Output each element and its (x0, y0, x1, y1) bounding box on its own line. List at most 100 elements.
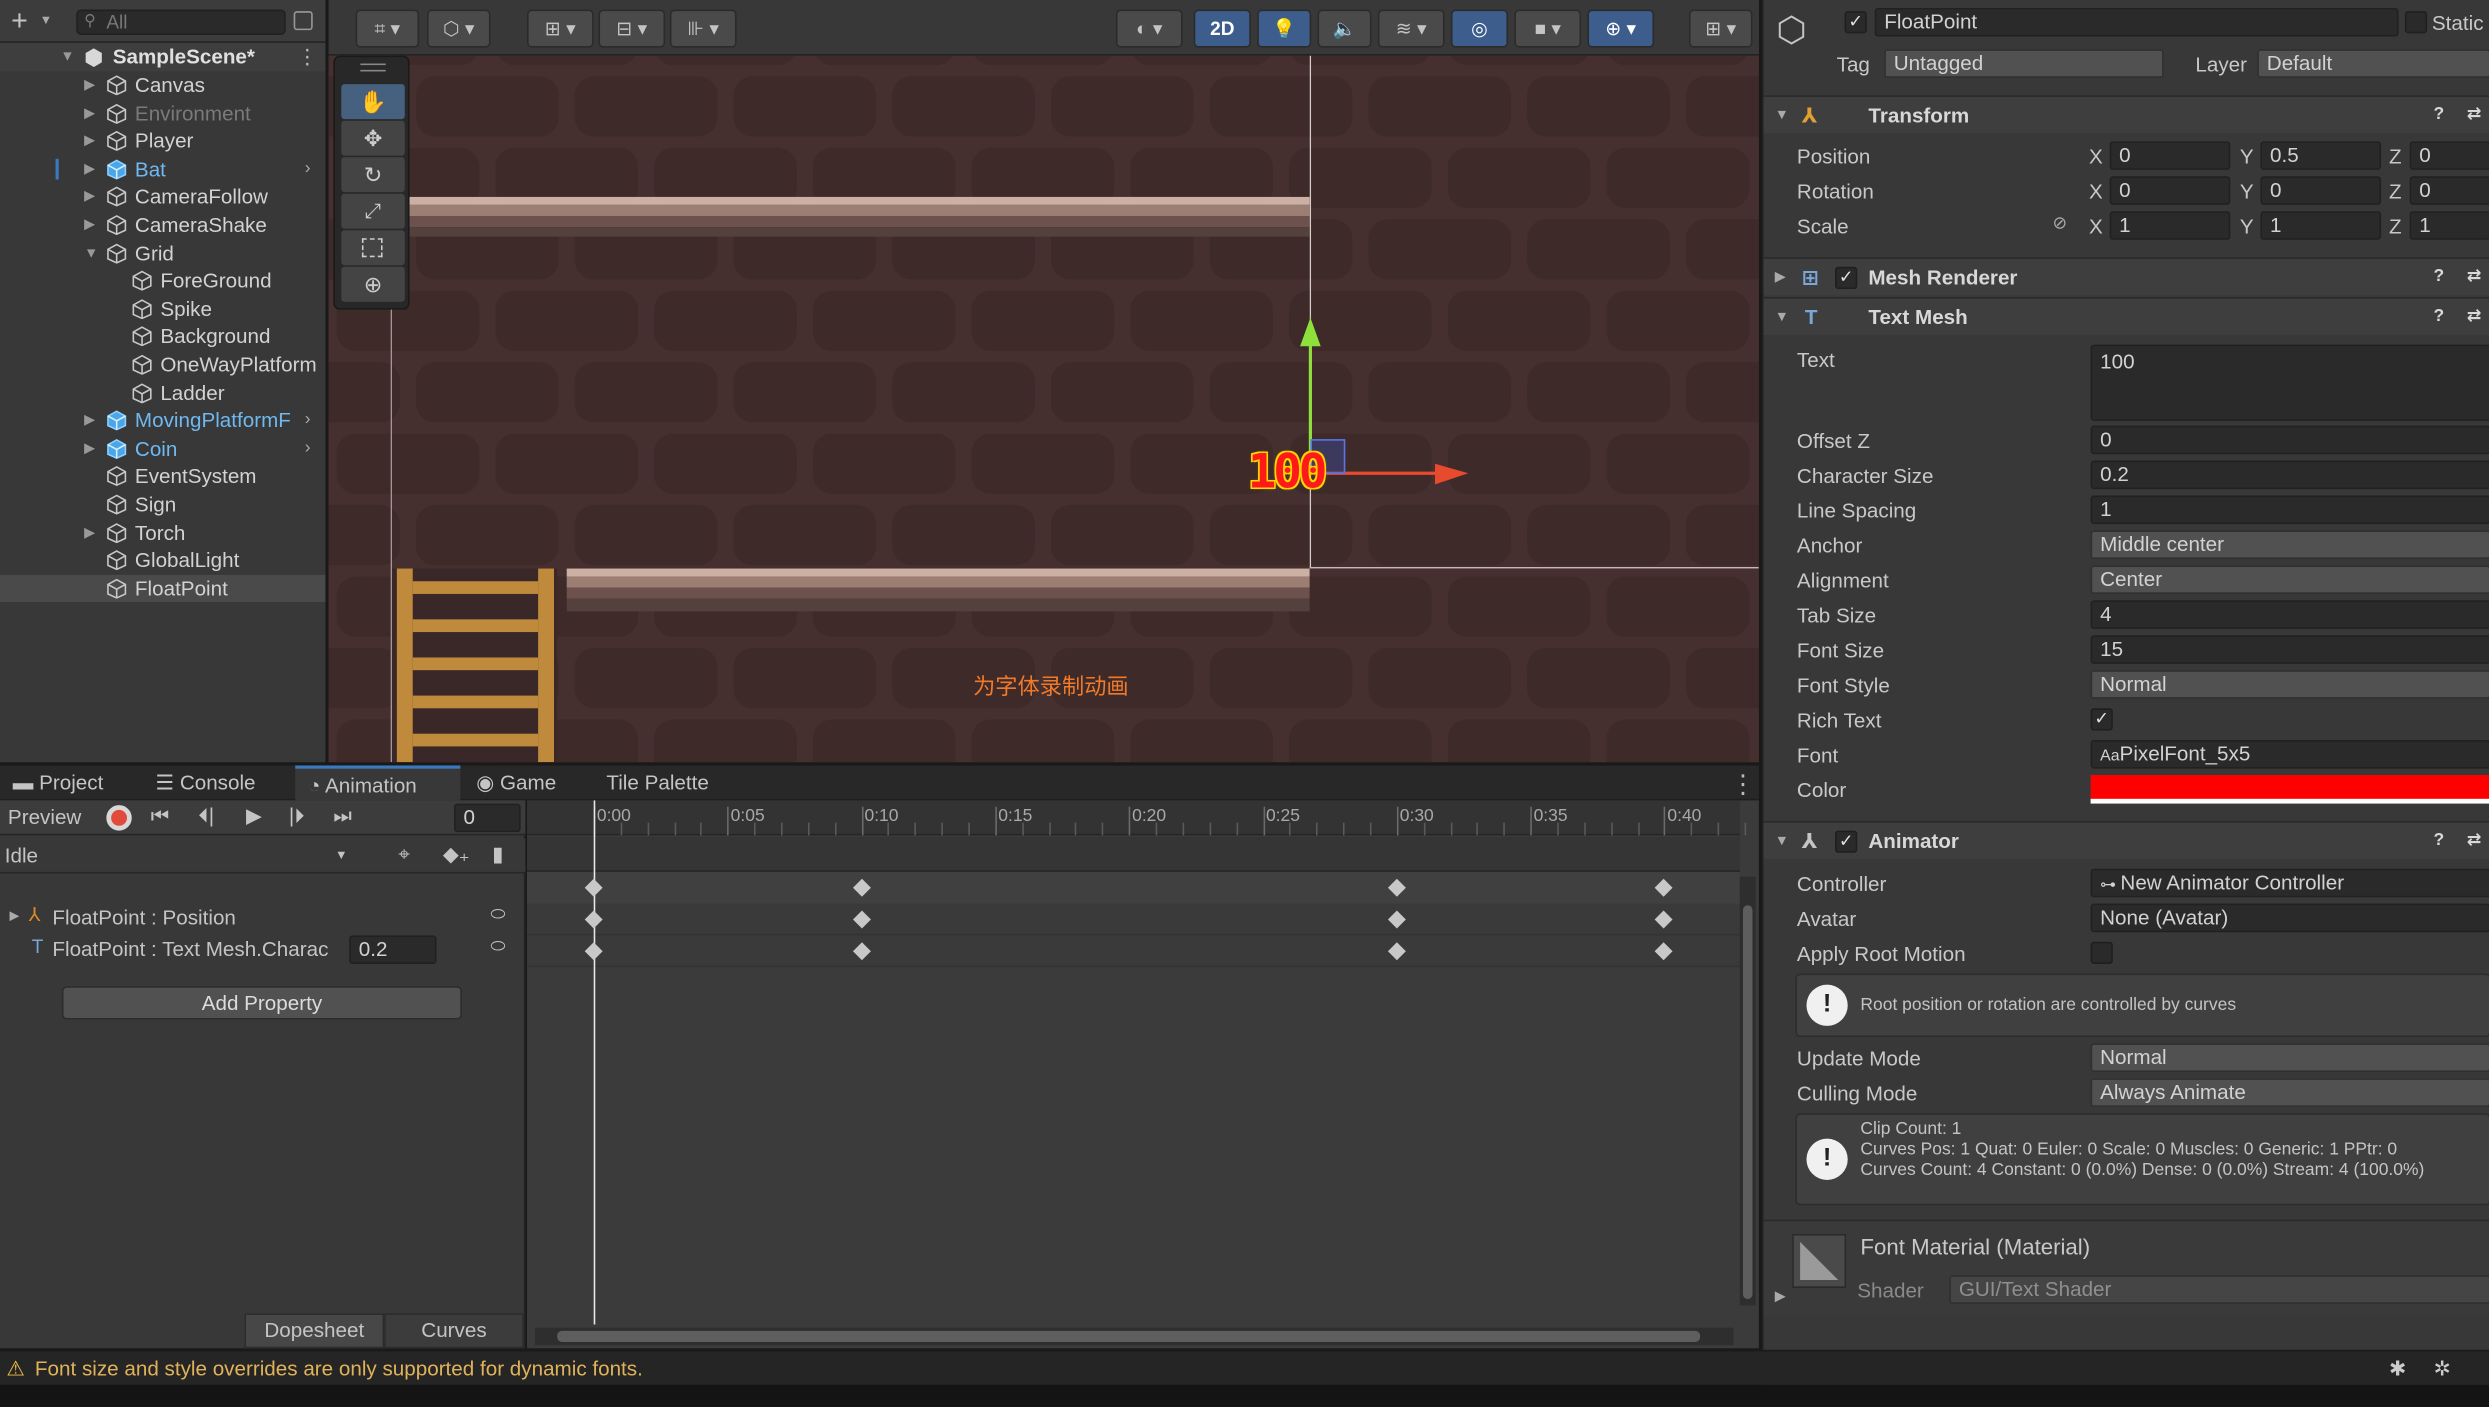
static-checkbox[interactable] (2404, 11, 2428, 34)
chevron-down-icon[interactable]: ▼ (84, 239, 98, 266)
sample-icon[interactable]: ⌖ (398, 842, 410, 867)
hierarchy-item[interactable]: ▶ Coin › (0, 435, 325, 463)
prev-key-icon[interactable]: ⏴| (198, 804, 214, 829)
clip-select[interactable]: Idle (5, 843, 38, 867)
mesh-renderer-enabled-checkbox[interactable]: ✓ (1835, 266, 1858, 290)
chevron-right-icon[interactable]: › (305, 407, 311, 434)
vertical-scrollbar[interactable] (1739, 876, 1756, 1306)
tab-game[interactable]: ◉ Game (464, 765, 588, 800)
animator-enabled-checkbox[interactable]: ✓ (1835, 830, 1858, 853)
grid-snap-button[interactable]: ⊞ ▾ (527, 9, 594, 48)
hierarchy-item[interactable]: Ladder (0, 379, 325, 407)
text-mesh-field[interactable]: 4 (2090, 600, 2489, 629)
lighting-toggle[interactable]: 💡 (1257, 9, 1312, 48)
tool-handle-button[interactable]: ⌗ ▾ (355, 9, 420, 48)
settings-icon[interactable]: ⇄ (2467, 299, 2482, 336)
first-key-icon[interactable]: ⏮ (151, 804, 170, 829)
add-event-icon[interactable]: ▮ (492, 842, 503, 867)
chevron-right-icon[interactable]: ▶ (84, 99, 95, 126)
mesh-renderer-header[interactable]: ▶ ⊞ ✓ Mesh Renderer ? ⇄ (1763, 257, 2489, 296)
chevron-right-icon[interactable]: ▶ (84, 211, 95, 238)
chevron-right-icon[interactable]: ▶ (84, 435, 95, 462)
culling-mode-dropdown[interactable]: Always Animate (2090, 1078, 2489, 1107)
record-button[interactable] (106, 805, 132, 831)
scene-root[interactable]: ▼ ⬢ SampleScene* ⋮ (0, 42, 326, 71)
text-mesh-field[interactable]: Center (2090, 565, 2489, 594)
text-mesh-field[interactable]: 0 (2090, 425, 2489, 455)
x-field[interactable]: 1 (2109, 211, 2231, 240)
audio-toggle[interactable]: 🔈 (1317, 9, 1372, 48)
transform-header[interactable]: ▼ ⅄ Transform ? ⇄ (1763, 95, 2489, 134)
chevron-right-icon[interactable]: ▶ (84, 155, 95, 182)
rich-text-checkbox[interactable]: ✓ (2090, 708, 2113, 731)
add-icon[interactable]: + (11, 5, 28, 38)
move-tool-icon[interactable]: ✥ (341, 120, 405, 156)
hierarchy-item[interactable]: ▶ Player (0, 127, 325, 155)
dopesheet-button[interactable]: Dopesheet (244, 1313, 385, 1349)
text-area[interactable]: 100 (2090, 344, 2489, 421)
increment-snap-button[interactable]: ⊟ ▾ (598, 9, 666, 48)
play-icon[interactable]: ▶ (246, 804, 262, 829)
z-field[interactable]: 0 (2409, 141, 2489, 170)
rect-tool-icon[interactable] (341, 230, 405, 266)
2d-toggle[interactable]: 2D (1193, 9, 1251, 48)
chevron-down-icon[interactable]: ▼ (60, 43, 74, 70)
tab-animation[interactable]: ◔ Animation (295, 765, 461, 801)
avatar-field[interactable]: None (Avatar) (2090, 903, 2489, 933)
property-value-input[interactable]: 0.2 (349, 935, 437, 964)
hierarchy-item[interactable]: OneWayPlatform (0, 351, 325, 379)
tag-dropdown[interactable]: Untagged (1884, 49, 2164, 78)
overlays-button[interactable]: ⊞ ▾ (1688, 9, 1753, 48)
hierarchy-item[interactable]: ▶ MovingPlatformF › (0, 407, 325, 435)
transform-tool-icon[interactable]: ⊕ (341, 266, 405, 302)
scale-tool-icon[interactable]: ⤢ (341, 193, 405, 229)
help-icon[interactable]: ? (2433, 299, 2444, 336)
drag-handle-icon[interactable] (360, 63, 386, 72)
hierarchy-item[interactable]: ▶ CameraFollow (0, 183, 325, 211)
help-icon[interactable]: ? (2433, 97, 2444, 134)
property-row[interactable]: ▶ ⅄ FloatPoint : Position ⬭ (0, 902, 525, 934)
text-mesh-100[interactable]: 100 (1248, 445, 1328, 501)
animator-header[interactable]: ▼ ⅄ ✓ Animator ? ⇄ (1763, 821, 2489, 860)
hierarchy-item[interactable]: ▼ Grid (0, 239, 325, 267)
x-field[interactable]: 0 (2109, 141, 2231, 170)
ruler-button[interactable]: ⊪ ▾ (669, 9, 737, 48)
text-mesh-field[interactable]: Middle center (2090, 530, 2489, 560)
hierarchy-item[interactable]: ▶ Bat › (0, 155, 325, 183)
object-name-input[interactable]: FloatPoint (1874, 7, 2399, 37)
hierarchy-item[interactable]: EventSystem (0, 463, 325, 491)
hierarchy-item[interactable]: ForeGround (0, 267, 325, 295)
controller-field[interactable]: ⊶ New Animator Controller (2090, 868, 2489, 898)
scene-view[interactable]: 100 为字体录制动画 ✋ ✥ ↻ ⤢ ⊕ (328, 0, 1759, 763)
scene-visibility-toggle[interactable]: ◎ (1450, 9, 1509, 48)
lighting-icon[interactable]: ✲ (2433, 1351, 2450, 1384)
preview-toggle[interactable]: Preview (8, 805, 81, 829)
hierarchy-search-input[interactable]: ⚲ All (76, 9, 286, 35)
next-key-icon[interactable]: |⏵ (289, 804, 305, 829)
text-mesh-header[interactable]: ▼ T Text Mesh ? ⇄ (1763, 296, 2489, 336)
property-options-icon[interactable]: ⬭ (491, 905, 506, 926)
z-field[interactable]: 1 (2409, 211, 2489, 240)
property-options-icon[interactable]: ⬭ (491, 937, 506, 958)
chevron-right-icon[interactable]: ▶ (84, 183, 95, 210)
hierarchy-item[interactable]: FloatPoint (0, 574, 326, 603)
hierarchy-item[interactable]: ▶ Torch (0, 519, 325, 547)
global-handle-button[interactable]: ⬡ ▾ (427, 9, 491, 48)
text-mesh-field[interactable]: 1 (2090, 495, 2489, 525)
text-mesh-field[interactable]: 15 (2090, 635, 2489, 664)
camera-button[interactable]: ■ ▾ (1514, 9, 1582, 48)
apply-root-motion-checkbox[interactable] (2090, 941, 2113, 964)
z-field[interactable]: 0 (2409, 176, 2489, 205)
help-icon[interactable]: ? (2433, 259, 2444, 296)
hierarchy-item[interactable]: ▶ CameraShake (0, 211, 325, 239)
y-field[interactable]: 0 (2260, 176, 2382, 205)
tab-project[interactable]: ▬ Project (0, 765, 137, 800)
curves-button[interactable]: Curves (384, 1313, 524, 1349)
chevron-right-icon[interactable]: ▶ (84, 519, 95, 546)
more-icon[interactable]: ⋮ (297, 43, 318, 70)
hierarchy-item[interactable]: GlobalLight (0, 547, 325, 575)
color-swatch[interactable] (2090, 774, 2489, 804)
horizontal-scrollbar[interactable] (534, 1327, 1734, 1346)
material-section[interactable]: ▶ Font Material (Material) Shader GUI/Te… (1763, 1219, 2489, 1315)
gizmos-button[interactable]: ⊕ ▾ (1587, 9, 1655, 48)
